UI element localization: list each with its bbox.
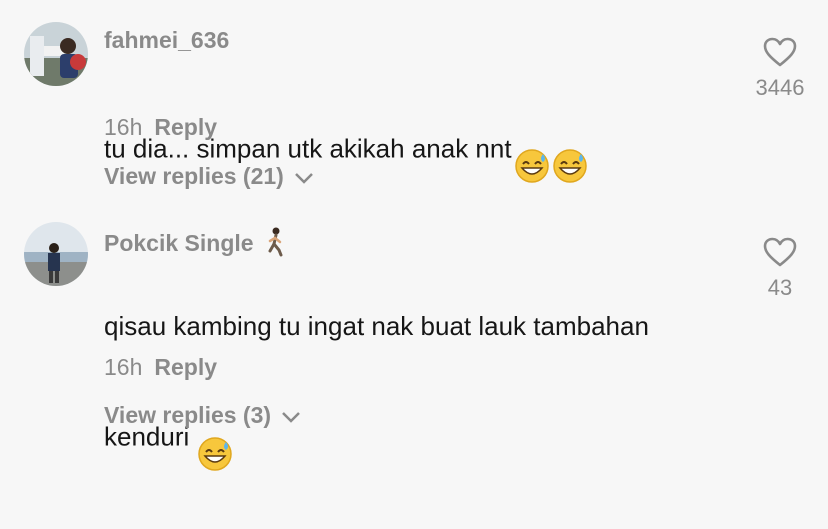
heart-icon xyxy=(763,237,797,267)
view-replies-label: View replies (21) xyxy=(104,163,284,189)
username[interactable]: Pokcik Single xyxy=(104,227,286,263)
heart-icon xyxy=(763,37,797,67)
grinning-sweat-emoji xyxy=(552,104,588,197)
view-replies-button[interactable]: View replies (21) xyxy=(104,163,314,190)
comment-text-line: qisau kambing tu ingat nak buat lauk tam… xyxy=(104,311,649,341)
avatar[interactable] xyxy=(24,222,88,286)
grinning-sweat-emoji xyxy=(514,104,550,197)
username[interactable]: fahmei_636 xyxy=(104,27,229,54)
comment-item: Pokcik Single qisau kambing tu ingat nak… xyxy=(0,200,828,471)
comment-meta: 16h Reply xyxy=(104,354,217,381)
reply-button[interactable]: Reply xyxy=(154,354,217,380)
view-replies-label: View replies (3) xyxy=(104,402,272,428)
avatar[interactable] xyxy=(24,22,88,86)
reply-button[interactable]: Reply xyxy=(154,114,217,140)
like-count: 43 xyxy=(767,275,793,300)
comment-item: fahmei_636 tu dia... simpan utk akikah a… xyxy=(0,0,828,200)
comment-meta: 16h Reply xyxy=(104,114,217,141)
timestamp: 16h xyxy=(104,354,143,380)
chevron-down-icon xyxy=(295,173,314,184)
chevron-down-icon xyxy=(282,412,301,423)
username-label: Pokcik Single xyxy=(104,230,254,257)
like-button[interactable]: 43 xyxy=(735,236,825,301)
like-count: 3446 xyxy=(755,75,805,100)
comment-text: qisau kambing tu ingat nak buat lauk tam… xyxy=(104,260,649,529)
like-button[interactable]: 3446 xyxy=(735,36,825,101)
view-replies-button[interactable]: View replies (3) xyxy=(104,402,301,429)
person-walking-emoji xyxy=(264,227,286,263)
timestamp: 16h xyxy=(104,114,143,140)
